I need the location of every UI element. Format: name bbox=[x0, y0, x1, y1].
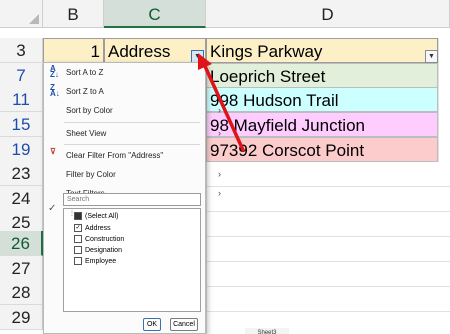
row-header-24[interactable]: 24 bbox=[0, 186, 43, 211]
column-header-d[interactable]: D bbox=[206, 0, 450, 28]
chevron-right-icon: › bbox=[218, 128, 221, 138]
sort-z-to-a-item[interactable]: Z A↓ Sort Z to A bbox=[44, 82, 227, 101]
cell-d7[interactable]: Loeprich Street bbox=[206, 63, 438, 88]
checkmark-icon: ✓ bbox=[48, 203, 57, 214]
row-header-11[interactable]: 11 bbox=[0, 87, 43, 112]
menu-divider bbox=[64, 122, 200, 123]
row-header-26[interactable]: 26 bbox=[0, 231, 43, 256]
filter-menu: A Z↓ Sort A to Z Z A↓ Sort Z to A Sort by … bbox=[43, 62, 221, 334]
clear-filter-icon: ⊽ bbox=[50, 147, 56, 156]
corner-triangle-icon bbox=[29, 14, 39, 24]
checkbox-partial-icon bbox=[74, 212, 82, 221]
grid-cells-d[interactable] bbox=[206, 162, 450, 334]
ok-button[interactable]: OK bbox=[143, 318, 161, 331]
cell-d3[interactable]: Kings Parkway bbox=[206, 38, 438, 63]
chevron-right-icon: › bbox=[218, 105, 221, 115]
sheet-view-item[interactable]: Sheet View › bbox=[44, 124, 227, 143]
row-header-29[interactable]: 29 bbox=[0, 305, 43, 330]
row-header-15[interactable]: 15 bbox=[0, 112, 43, 137]
row-header-19[interactable]: 19 bbox=[0, 137, 43, 162]
chevron-right-icon: › bbox=[218, 169, 221, 179]
filter-values-list: ⋮ (Select All) ✓ Address Construction Des… bbox=[63, 208, 201, 312]
menu-divider bbox=[64, 144, 200, 145]
row-header-23[interactable]: 23 bbox=[0, 161, 43, 186]
sort-a-to-z-item[interactable]: A Z↓ Sort A to Z bbox=[44, 63, 227, 82]
checkbox-icon bbox=[74, 246, 82, 255]
search-input[interactable]: Search bbox=[63, 193, 201, 206]
clear-filter-item[interactable]: ⊽ Clear Filter From "Address" bbox=[44, 146, 227, 165]
select-all-corner[interactable] bbox=[0, 0, 43, 28]
chevron-right-icon: › bbox=[218, 188, 221, 198]
cell-d19[interactable]: 97392 Corscot Point bbox=[206, 137, 438, 162]
sort-by-color-item[interactable]: Sort by Color › bbox=[44, 101, 227, 120]
sheet-tab[interactable]: Sheet3 bbox=[245, 328, 289, 334]
filter-by-color-item[interactable]: Filter by Color › bbox=[44, 165, 227, 184]
cell-d11[interactable]: 998 Hudson Trail bbox=[206, 87, 438, 112]
list-item-select-all[interactable]: (Select All) bbox=[74, 211, 118, 222]
grid-cells-e[interactable] bbox=[438, 38, 450, 162]
list-item-employee[interactable]: Employee bbox=[74, 256, 116, 267]
list-item-construction[interactable]: Construction bbox=[74, 234, 124, 245]
checkbox-icon bbox=[74, 257, 82, 266]
cell-b3[interactable]: 1 bbox=[43, 38, 104, 63]
list-item-designation[interactable]: Designation bbox=[74, 245, 122, 256]
list-item-address[interactable]: ✓ Address bbox=[74, 223, 111, 234]
checkbox-icon bbox=[74, 235, 82, 244]
row-header-3[interactable]: 3 bbox=[0, 38, 43, 63]
filter-dropdown-button-d[interactable]: ▼ bbox=[425, 50, 438, 63]
sort-z-to-a-icon: Z A↓ bbox=[50, 83, 60, 98]
row-header-27[interactable]: 27 bbox=[0, 256, 43, 281]
cell-d15[interactable]: 98 Mayfield Junction bbox=[206, 112, 438, 137]
row-header-28[interactable]: 28 bbox=[0, 280, 43, 305]
sort-a-to-z-icon: A Z↓ bbox=[50, 64, 59, 79]
column-header-b[interactable]: B bbox=[43, 0, 104, 28]
checkbox-checked-icon: ✓ bbox=[74, 224, 82, 233]
row-header-7[interactable]: 7 bbox=[0, 63, 43, 88]
cancel-button[interactable]: Cancel bbox=[170, 318, 198, 331]
column-header-c[interactable]: C bbox=[104, 0, 206, 28]
